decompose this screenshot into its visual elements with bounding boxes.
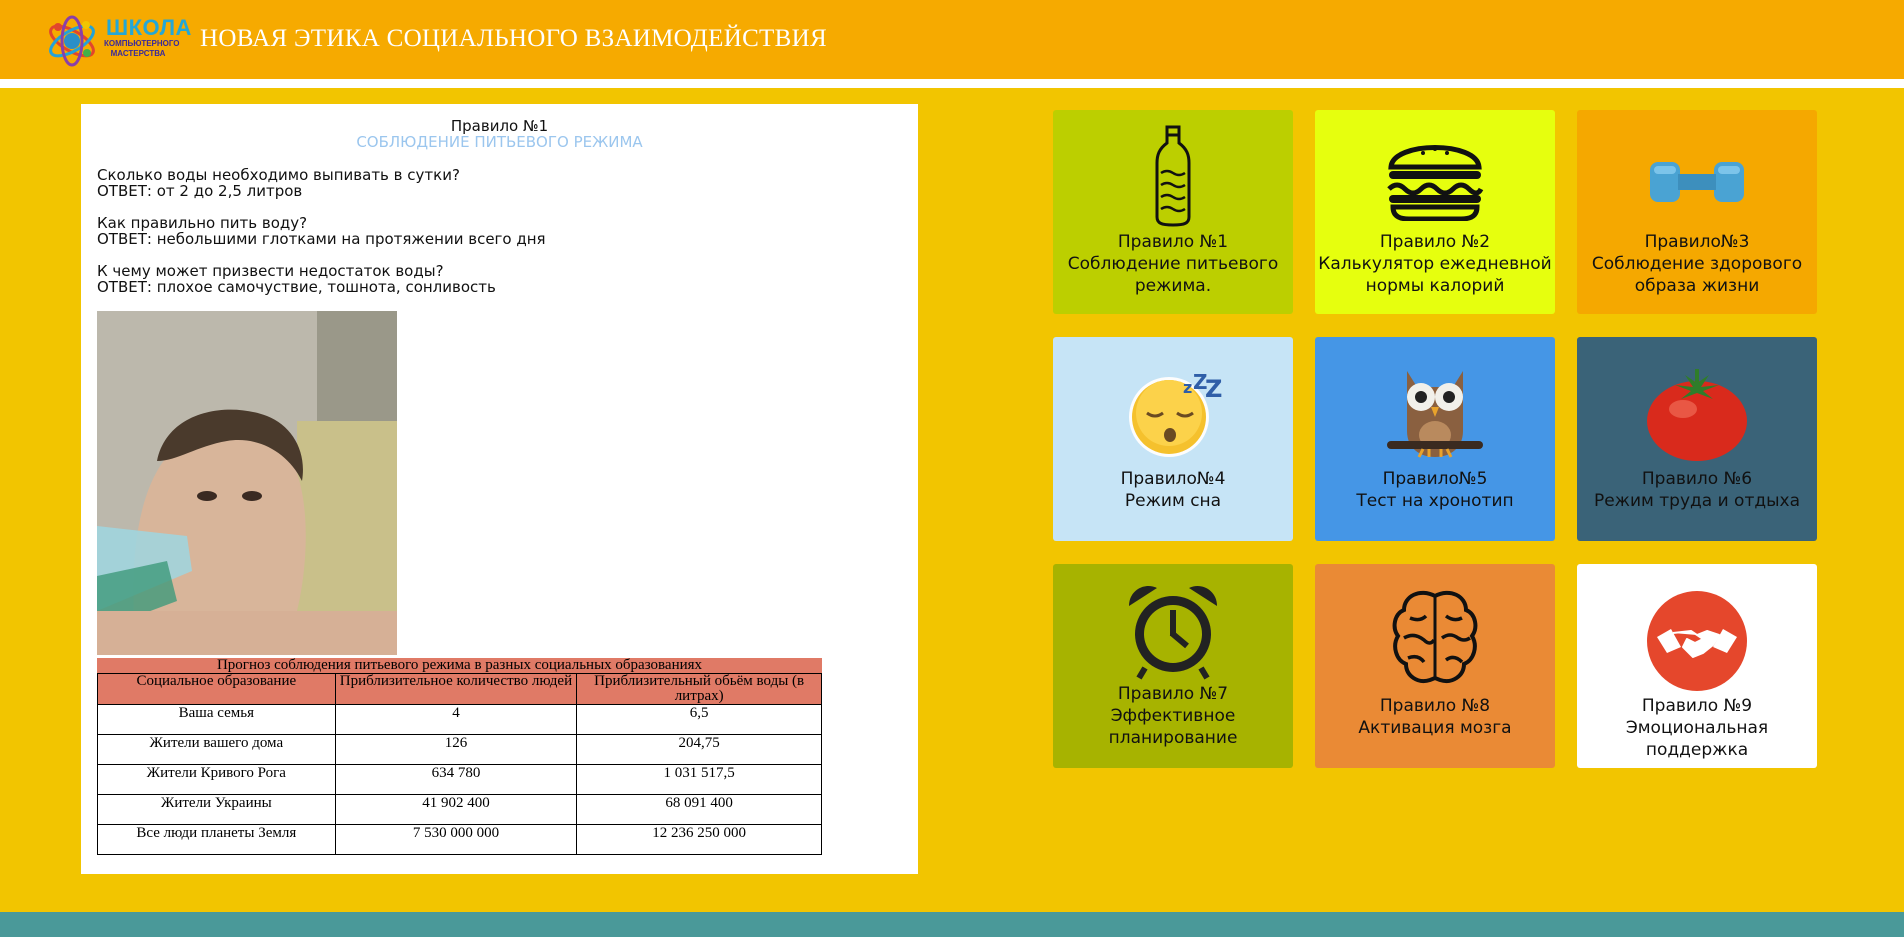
table-cell: Ваша семья bbox=[97, 704, 336, 735]
rule-tile-2[interactable]: Правило №2 Калькулятор ежедневной нормы … bbox=[1315, 110, 1555, 314]
tile-label-line: Правило №1 bbox=[1117, 232, 1229, 252]
site-title[interactable]: НОВАЯ ЭТИКА СОЦИАЛЬНОГО ВЗАИМОДЕЙСТВИЯ bbox=[200, 25, 827, 53]
table-header-row: Социальное образование Приблизительное к… bbox=[97, 673, 822, 705]
table-cell: 126 bbox=[334, 734, 578, 765]
svg-text:Z: Z bbox=[1205, 375, 1222, 403]
qa-block: К чему может призвести недостаток воды? … bbox=[97, 263, 496, 295]
table-header: Социальное образование bbox=[97, 673, 336, 705]
svg-text:z: z bbox=[1183, 378, 1192, 397]
tile-label-line: Эффективное bbox=[1110, 706, 1236, 726]
alarm-clock-icon bbox=[1053, 580, 1293, 680]
table-cell: 7 530 000 000 bbox=[334, 824, 578, 855]
rule-tile-1[interactable]: Правило №1 Соблюдение питьевого режима. bbox=[1053, 110, 1293, 314]
tile-label: Правило №8 Активация мозга bbox=[1315, 695, 1555, 739]
table-cell: 4 bbox=[334, 704, 578, 735]
table-cell: 41 902 400 bbox=[334, 794, 578, 825]
logo-title: ШКОЛА bbox=[106, 15, 192, 40]
table-cell: Все люди планеты Земля bbox=[97, 824, 336, 855]
tile-label-line: Правило№5 bbox=[1382, 469, 1488, 489]
table-row: Жители Кривого Рога 634 780 1 031 517,5 bbox=[97, 764, 822, 795]
table-row: Жители Украины 41 902 400 68 091 400 bbox=[97, 794, 822, 825]
rule-tile-9[interactable]: Правило №9 Эмоциональная поддержка bbox=[1577, 564, 1817, 768]
tile-label: Правило№4 Режим сна bbox=[1053, 468, 1293, 512]
logo-atom-icon bbox=[49, 15, 95, 67]
site-header: ШКОЛА КОМПЬЮТЕРНОГО МАСТЕРСТВА НОВАЯ ЭТИ… bbox=[0, 0, 1904, 79]
tile-label-line: Правило №7 bbox=[1117, 684, 1229, 704]
rule-tile-4[interactable]: z Z Z Правило№4 Режим сна bbox=[1053, 337, 1293, 541]
tile-label-line: планирование bbox=[1108, 728, 1238, 748]
table-header: Приблизительный обьём воды (в литрах) bbox=[576, 673, 822, 705]
tile-label-line: Правило№4 bbox=[1120, 469, 1226, 489]
rule-tile-7[interactable]: Правило №7 Эффективное планирование bbox=[1053, 564, 1293, 768]
table-caption: Прогноз соблюдения питьевого режима в ра… bbox=[97, 658, 822, 673]
tile-label-line: Тест на хронотип bbox=[1356, 491, 1514, 511]
table-cell: 12 236 250 000 bbox=[576, 824, 822, 855]
table-cell: 204,75 bbox=[576, 734, 822, 765]
handshake-icon bbox=[1577, 591, 1817, 691]
tile-label-line: режима. bbox=[1134, 276, 1212, 296]
tile-label-line: Правило№3 bbox=[1644, 232, 1750, 252]
school-logo[interactable]: ШКОЛА КОМПЬЮТЕРНОГО МАСТЕРСТВА bbox=[46, 13, 191, 67]
logo-subtitle: КОМПЬЮТЕРНОГО МАСТЕРСТВА bbox=[104, 39, 180, 58]
water-forecast-table: Социальное образование Приблизительное к… bbox=[97, 673, 822, 855]
tile-label-line: Правило №8 bbox=[1379, 696, 1491, 716]
tile-label-line: Правило №2 bbox=[1379, 232, 1491, 252]
table-cell: 68 091 400 bbox=[576, 794, 822, 825]
table-header: Приблизительное количество людей bbox=[334, 673, 578, 705]
brain-icon bbox=[1315, 588, 1555, 688]
answer: ОТВЕТ: плохое самочуствие, тошнота, сонл… bbox=[97, 278, 496, 296]
table-cell: 1 031 517,5 bbox=[576, 764, 822, 795]
question: Сколько воды необходимо выпивать в сутки… bbox=[97, 166, 460, 184]
sleeping-face-icon: z Z Z bbox=[1053, 369, 1293, 459]
tile-label-line: Режим сна bbox=[1124, 491, 1222, 511]
burger-icon bbox=[1315, 131, 1555, 221]
table-cell: Жители Кривого Рога bbox=[97, 764, 336, 795]
person-drinking-water-photo bbox=[97, 311, 397, 655]
tile-label-line: Правило №6 bbox=[1641, 469, 1753, 489]
tile-label: Правило №9 Эмоциональная поддержка bbox=[1577, 695, 1817, 761]
tile-label-line: Эмоциональная поддержка bbox=[1625, 718, 1769, 760]
tile-label: Правило№3 Соблюдение здорового образа жи… bbox=[1577, 231, 1817, 297]
rule-tile-6[interactable]: Правило №6 Режим труда и отдыха bbox=[1577, 337, 1817, 541]
tile-label-line: Правило №9 bbox=[1641, 696, 1753, 716]
table-cell: Жители Украины bbox=[97, 794, 336, 825]
answer: ОТВЕТ: небольшими глотками на протяжении… bbox=[97, 230, 546, 248]
table-row: Жители вашего дома 126 204,75 bbox=[97, 734, 822, 765]
qa-block: Как правильно пить воду? ОТВЕТ: небольши… bbox=[97, 215, 546, 247]
tile-label: Правило№5 Тест на хронотип bbox=[1315, 468, 1555, 512]
tile-label-line: Активация мозга bbox=[1358, 718, 1512, 738]
qa-block: Сколько воды необходимо выпивать в сутки… bbox=[97, 167, 460, 199]
question: Как правильно пить воду? bbox=[97, 214, 308, 232]
table-cell: Жители вашего дома bbox=[97, 734, 336, 765]
tile-label: Правило №7 Эффективное планирование bbox=[1053, 683, 1293, 749]
tile-label: Правило №2 Калькулятор ежедневной нормы … bbox=[1315, 231, 1555, 297]
tile-label-line: Соблюдение питьевого bbox=[1067, 254, 1279, 274]
tile-label: Правило №6 Режим труда и отдыха bbox=[1577, 468, 1817, 512]
rule-tile-8[interactable]: Правило №8 Активация мозга bbox=[1315, 564, 1555, 768]
table-row: Ваша семья 4 6,5 bbox=[97, 704, 822, 735]
tile-label-line: Калькулятор ежедневной bbox=[1318, 254, 1552, 274]
rule-subtitle: СОБЛЮДЕНИЕ ПИТЬЕВОГО РЕЖИМА bbox=[356, 133, 643, 151]
tile-label: Правило №1 Соблюдение питьевого режима. bbox=[1053, 231, 1293, 297]
question: К чему может призвести недостаток воды? bbox=[97, 262, 444, 280]
table-row: Все люди планеты Земля 7 530 000 000 12 … bbox=[97, 824, 822, 855]
table-cell: 634 780 bbox=[334, 764, 578, 795]
tile-label-line: Режим труда и отдыха bbox=[1593, 491, 1801, 511]
rule-tile-5[interactable]: Правило№5 Тест на хронотип bbox=[1315, 337, 1555, 541]
owl-icon bbox=[1315, 361, 1555, 461]
dumbbell-icon bbox=[1577, 160, 1817, 204]
tile-label-line: Соблюдение здорового bbox=[1591, 254, 1803, 274]
rule-tile-3[interactable]: Правило№3 Соблюдение здорового образа жи… bbox=[1577, 110, 1817, 314]
header-divider bbox=[0, 79, 1904, 88]
site-footer bbox=[0, 912, 1904, 937]
tomato-icon bbox=[1577, 369, 1817, 463]
water-bottle-icon bbox=[1053, 125, 1293, 227]
article-panel: Правило №1 СОБЛЮДЕНИЕ ПИТЬЕВОГО РЕЖИМА С… bbox=[81, 104, 918, 874]
tile-label-line: нормы калорий bbox=[1365, 276, 1505, 296]
answer: ОТВЕТ: от 2 до 2,5 литров bbox=[97, 182, 303, 200]
table-cell: 6,5 bbox=[576, 704, 822, 735]
tile-label-line: образа жизни bbox=[1634, 276, 1760, 296]
